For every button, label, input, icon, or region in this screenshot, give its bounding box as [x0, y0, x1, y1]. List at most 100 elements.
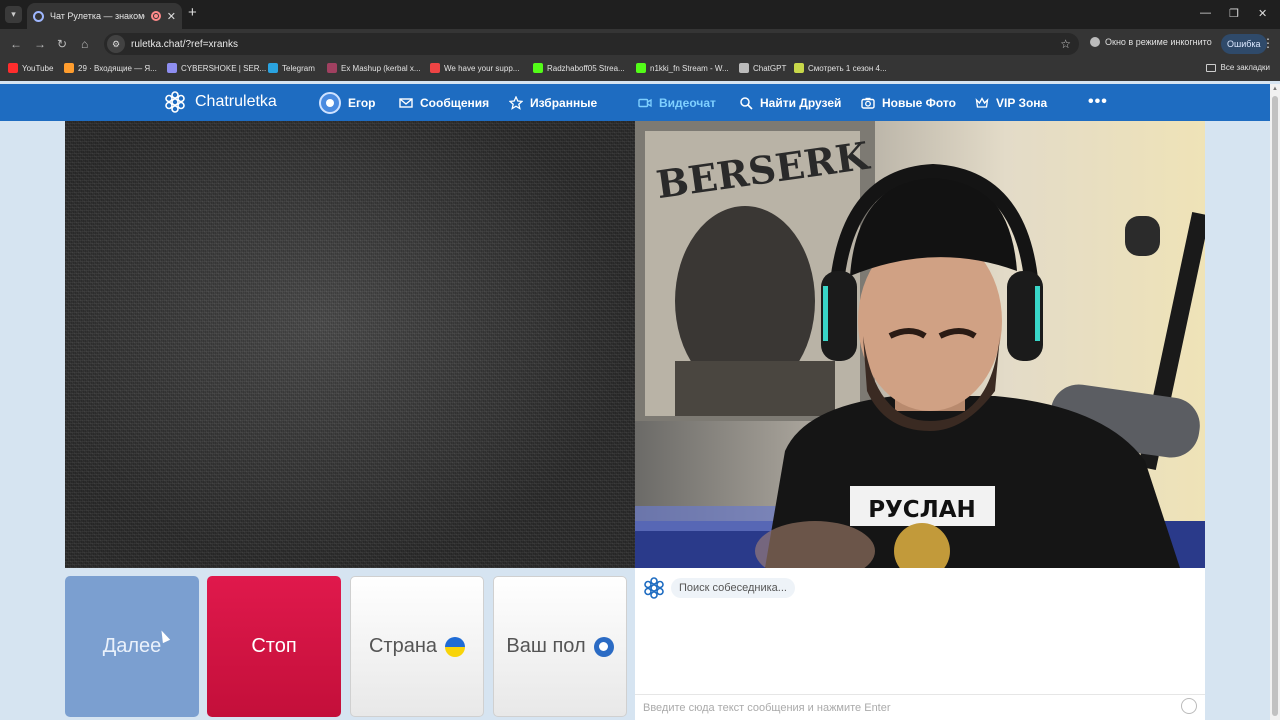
- photo-camera-icon: [861, 97, 875, 109]
- nav-favorites[interactable]: Избранные: [509, 84, 597, 121]
- incognito-icon: [1090, 37, 1100, 47]
- back-icon[interactable]: ←: [10, 37, 22, 51]
- static-noise: [65, 121, 635, 568]
- bookmark-label: Ex Mashup (kerbal x...: [341, 63, 421, 73]
- all-bookmarks-button[interactable]: Все закладки: [1205, 63, 1270, 72]
- bookmark-favicon-icon: [64, 63, 74, 73]
- minimize-icon[interactable]: —: [1200, 7, 1211, 19]
- tab-search-icon[interactable]: ▾: [5, 6, 22, 23]
- bookmark-label: YouTube: [22, 63, 54, 73]
- gender-button-label: Ваш пол: [506, 635, 586, 657]
- bookmark-item[interactable]: Radzhaboff05 Strea...: [533, 63, 625, 73]
- own-webcam-video: BERSERK РУСЛАН: [635, 121, 1205, 568]
- chat-status-message: Поиск собеседника...: [671, 578, 795, 598]
- nav-videochat[interactable]: Видеочат: [638, 84, 716, 121]
- chat-input-placeholder: Введите сюда текст сообщения и нажмите E…: [643, 701, 891, 714]
- bookmark-item[interactable]: Смотреть 1 сезон 4...: [794, 63, 887, 73]
- user-gender-icon: [593, 636, 614, 657]
- nav-messages[interactable]: Сообщения: [399, 84, 489, 121]
- bookmark-item[interactable]: 29 · Входящие — Я...: [64, 63, 157, 73]
- ukraine-flag-icon: [445, 636, 466, 657]
- emoji-icon[interactable]: [1181, 698, 1197, 714]
- bookmark-label: Смотреть 1 сезон 4...: [808, 63, 887, 73]
- nav-new-photos[interactable]: Новые Фото: [861, 84, 956, 121]
- bookmark-item[interactable]: Telegram: [268, 63, 315, 73]
- incognito-indicator[interactable]: Окно в режиме инкогнито: [1090, 37, 1212, 47]
- site-navbar: Chatruletka Егор Сообщения Избранные Вид…: [0, 84, 1270, 121]
- window-close-icon[interactable]: ✕: [1258, 7, 1267, 20]
- bookmark-label: ChatGPT: [753, 63, 787, 73]
- nav-vip[interactable]: VIP Зона: [975, 84, 1047, 121]
- bookmark-star-icon[interactable]: ☆: [1060, 37, 1071, 51]
- forward-icon[interactable]: →: [34, 37, 46, 51]
- site-logo[interactable]: Chatruletka: [163, 90, 277, 114]
- browser-menu-icon[interactable]: ⋮: [1262, 36, 1274, 50]
- partner-video: [65, 121, 635, 568]
- gender-selector-button[interactable]: Ваш пол: [493, 576, 627, 717]
- scroll-up-icon[interactable]: ▲: [1272, 86, 1278, 92]
- envelope-icon: [399, 97, 413, 108]
- camera-icon: [638, 98, 652, 107]
- bookmark-item[interactable]: CYBERSHOKE | SER...: [167, 63, 266, 73]
- site-favicon-icon: [33, 10, 44, 22]
- address-bar[interactable]: ⚙ ruletka.chat/?ref=xranks ☆: [104, 33, 1079, 55]
- avatar: [319, 91, 341, 114]
- nav-videochat-label: Видеочат: [659, 95, 716, 110]
- nav-user-name: Егор: [348, 95, 376, 110]
- nav-find-friends[interactable]: Найти Друзей: [739, 84, 841, 121]
- crown-icon: [975, 96, 989, 108]
- page-scrollbar[interactable]: ▲: [1270, 84, 1280, 720]
- logo-text: Chatruletka: [195, 93, 277, 110]
- bookmark-item[interactable]: ChatGPT: [739, 63, 786, 73]
- nav-vip-label: VIP Зона: [996, 95, 1048, 110]
- stop-button-label: Стоп: [251, 635, 297, 657]
- new-tab-button[interactable]: +: [188, 5, 197, 21]
- logo-icon: [165, 91, 185, 113]
- nav-find-friends-label: Найти Друзей: [760, 95, 842, 110]
- incognito-label: Окно в режиме инкогнито: [1105, 37, 1212, 47]
- bookmark-favicon-icon: [636, 63, 646, 73]
- bookmark-item[interactable]: We have your supp...: [430, 63, 519, 73]
- browser-tab-bar: ▾ Чат Рулетка — знакомства ✕ + — ❐ ✕: [0, 0, 1280, 29]
- chatruletka-bot-icon: [644, 577, 664, 599]
- chat-message-input[interactable]: Введите сюда текст сообщения и нажмите E…: [635, 694, 1205, 720]
- more-menu-icon[interactable]: •••: [1088, 93, 1108, 111]
- bookmark-label: CYBERSHOKE | SER...: [181, 63, 267, 73]
- bookmark-favicon-icon: [533, 63, 543, 73]
- home-icon[interactable]: ⌂: [81, 37, 88, 51]
- bookmark-favicon-icon: [430, 63, 440, 73]
- chat-panel: Поиск собеседника... Введите сюда текст …: [635, 568, 1205, 720]
- tab-close-icon[interactable]: ✕: [167, 10, 176, 23]
- scrollbar-thumb[interactable]: [1272, 96, 1278, 716]
- bookmark-favicon-icon: [268, 63, 278, 73]
- bookmark-item[interactable]: Ex Mashup (kerbal x...: [327, 63, 421, 73]
- bookmark-item[interactable]: n1kki_fn Stream - W...: [636, 63, 729, 73]
- tab-title: Чат Рулетка — знакомства: [50, 11, 145, 21]
- bookmark-item[interactable]: YouTube: [8, 63, 53, 73]
- bookmark-label: We have your supp...: [444, 63, 520, 73]
- chatruletka-page: Chatruletka Егор Сообщения Избранные Вид…: [0, 84, 1270, 720]
- nav-favorites-label: Избранные: [530, 95, 598, 110]
- search-icon: [740, 96, 753, 110]
- profile-error-button[interactable]: Ошибка: [1221, 34, 1267, 54]
- bookmark-favicon-icon: [794, 63, 804, 73]
- bookmarks-bar: Все закладки YouTube 29 · Входящие — Я...…: [0, 59, 1280, 81]
- webcam-scene: BERSERK РУСЛАН: [635, 121, 1205, 568]
- next-button[interactable]: Далее: [65, 576, 199, 717]
- bookmark-favicon-icon: [739, 63, 749, 73]
- restore-icon[interactable]: ❐: [1229, 7, 1239, 20]
- reload-icon[interactable]: ↻: [57, 37, 67, 51]
- bookmark-favicon-icon: [8, 63, 18, 73]
- url-text[interactable]: ruletka.chat/?ref=xranks: [131, 39, 238, 50]
- stop-button[interactable]: Стоп: [207, 576, 341, 717]
- site-info-icon[interactable]: ⚙: [107, 35, 125, 53]
- star-icon: [509, 95, 523, 110]
- browser-tab[interactable]: Чат Рулетка — знакомства ✕: [27, 3, 182, 29]
- folder-icon: [1205, 63, 1216, 72]
- bookmark-label: n1kki_fn Stream - W...: [650, 63, 729, 73]
- country-selector-button[interactable]: Страна: [350, 576, 484, 717]
- nav-messages-label: Сообщения: [420, 95, 490, 110]
- bookmark-label: 29 · Входящие — Я...: [78, 63, 157, 73]
- bookmark-label: Radzhaboff05 Strea...: [547, 63, 625, 73]
- nav-user-profile[interactable]: Егор: [319, 84, 376, 121]
